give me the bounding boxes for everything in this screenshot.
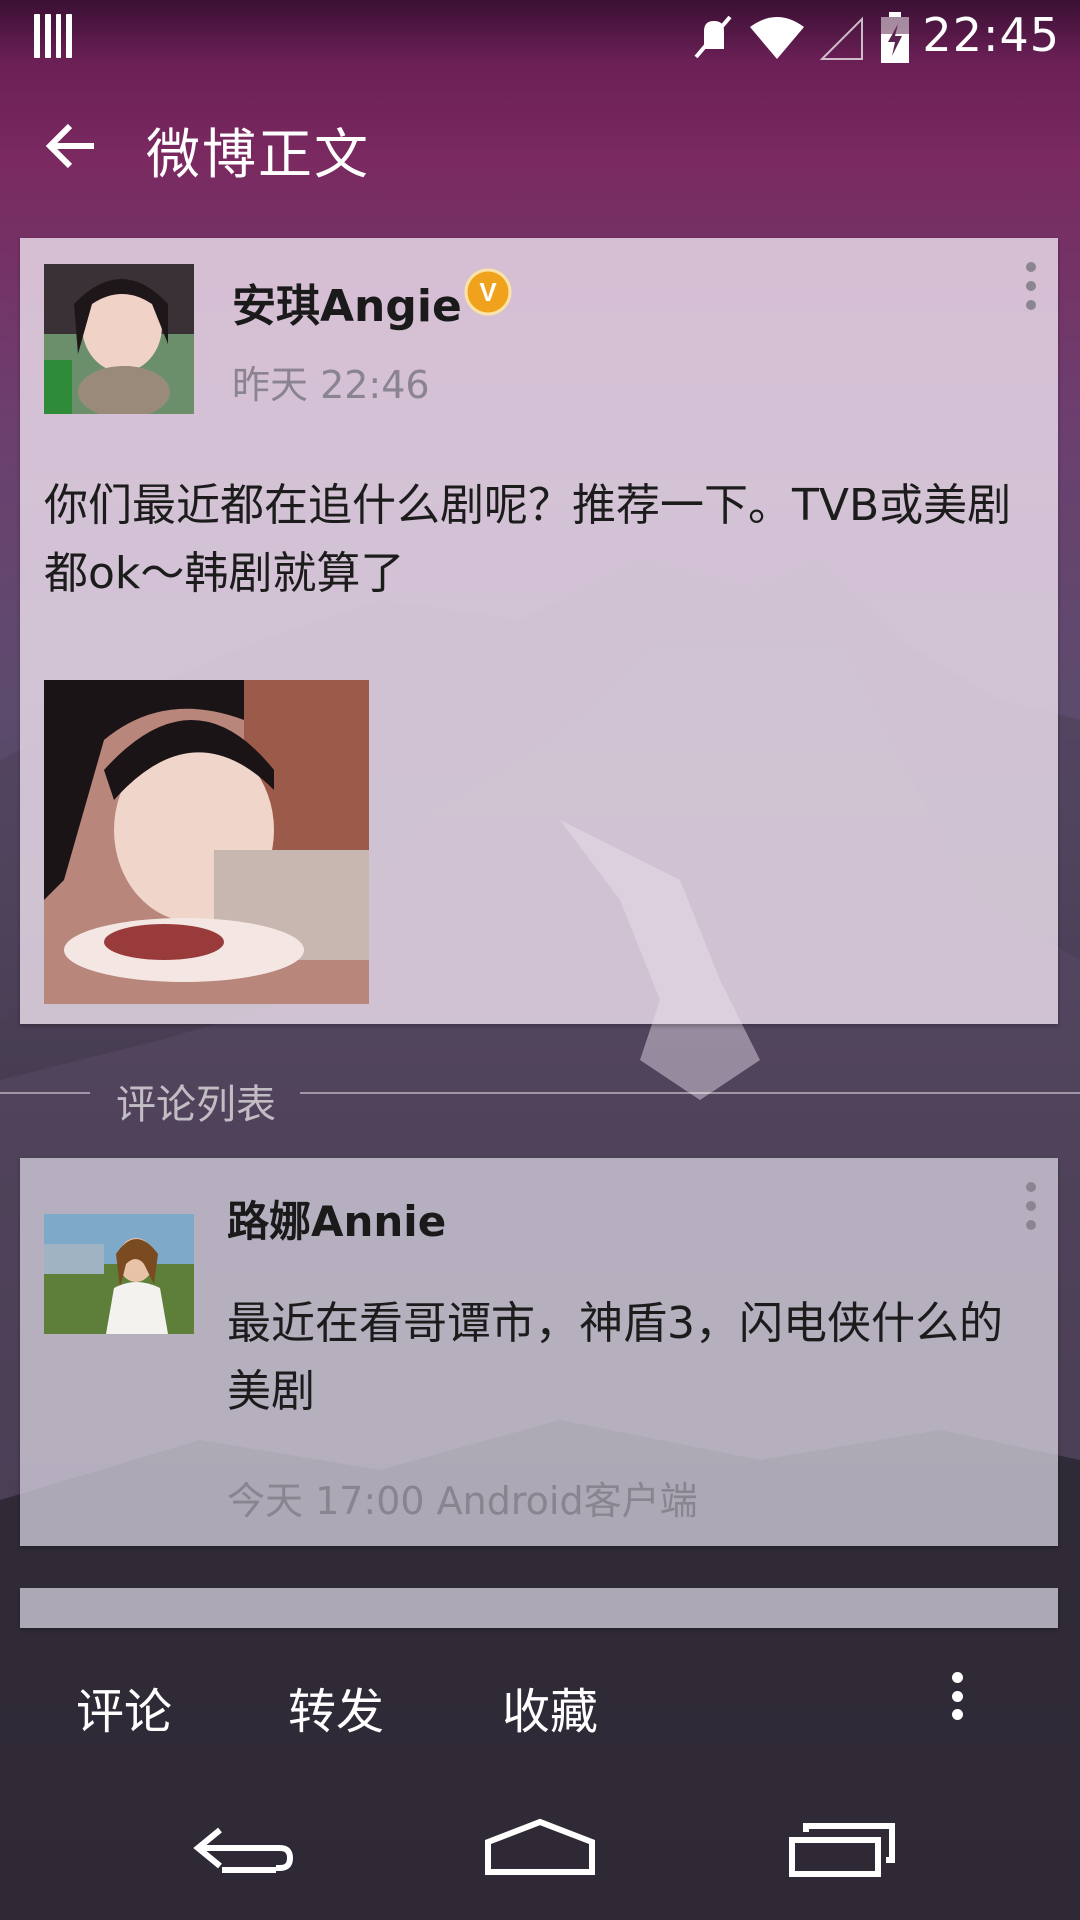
post-card[interactable]: 安琪Angie V 昨天 22:46 你们最近都在追什么剧呢？推荐一下。TVB或…: [20, 238, 1058, 1024]
forward-button[interactable]: 转发: [288, 1672, 384, 1742]
author-name[interactable]: 安琪Angie: [232, 270, 462, 334]
commenter-name[interactable]: 路娜Annie: [227, 1188, 446, 1249]
status-bar: 22:45: [0, 0, 1080, 75]
bottom-action-bar: 评论 转发 收藏: [0, 1626, 1080, 1776]
nav-recents-icon[interactable]: [782, 1812, 902, 1884]
post-timestamp: 昨天 22:46: [232, 363, 430, 407]
commenter-avatar[interactable]: [44, 1214, 194, 1364]
battery-icon: [881, 12, 909, 63]
signal-icon: [820, 16, 863, 60]
comment-button[interactable]: 评论: [76, 1672, 172, 1742]
comment-text: 最近在看哥谭市，神盾3，闪电侠什么的 美剧: [227, 1298, 1003, 1417]
favorite-button[interactable]: 收藏: [502, 1672, 598, 1742]
wifi-icon: [750, 17, 804, 59]
nav-back-icon[interactable]: [180, 1812, 300, 1884]
comment-overflow-menu-icon[interactable]: [1024, 1182, 1038, 1230]
comments-section-label: 评论列表: [116, 1082, 276, 1128]
svg-text:V: V: [479, 277, 497, 307]
comment-card-partial[interactable]: [20, 1588, 1058, 1628]
status-time: 22:45: [922, 8, 1060, 62]
page-title: 微博正文: [146, 123, 370, 186]
post-text: 你们最近都在追什么剧呢？推荐一下。TVB或美剧都ok～韩剧就算了: [44, 480, 1012, 599]
notification-bars-icon: [34, 14, 72, 58]
system-nav-bar: [0, 1776, 1080, 1920]
verified-badge-icon: V: [464, 268, 512, 316]
screen: 22:45 微博正文 安琪Angie V 昨天 22:46 你们最近都在追什么剧…: [0, 0, 1080, 1920]
comment-card[interactable]: 路娜Annie 最近在看哥谭市，神盾3，闪电侠什么的 美剧 今天 17:00 A…: [20, 1158, 1058, 1546]
post-overflow-menu-icon[interactable]: [1024, 262, 1038, 310]
status-icons: [690, 12, 910, 64]
nav-home-icon[interactable]: [480, 1812, 600, 1884]
action-overflow-menu-icon[interactable]: [950, 1672, 964, 1720]
app-bar: 微博正文: [0, 80, 1080, 215]
author-avatar[interactable]: [44, 264, 194, 414]
comment-meta: 今天 17:00 Android客户端: [227, 1479, 698, 1523]
mute-icon: [694, 15, 732, 59]
comments-section-divider: 评论列表: [0, 1072, 1080, 1128]
post-photo[interactable]: [44, 680, 369, 1004]
back-arrow-icon[interactable]: [44, 118, 100, 174]
